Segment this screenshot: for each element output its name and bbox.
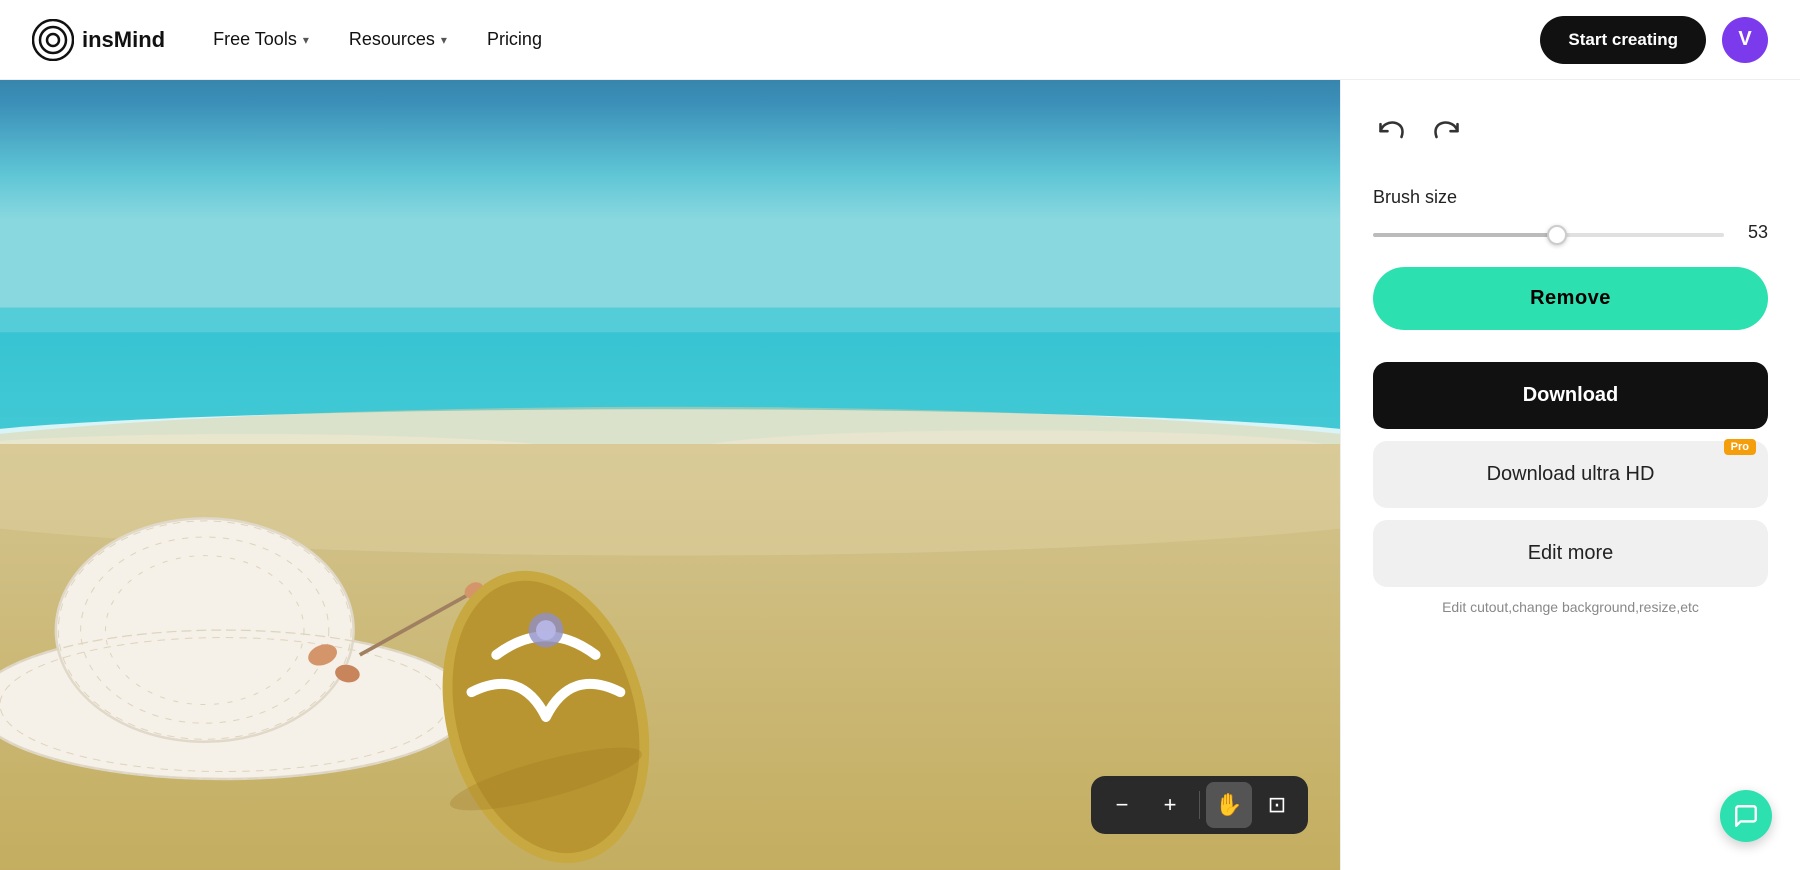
toolbar-divider: [1199, 791, 1200, 819]
remove-button[interactable]: Remove: [1373, 267, 1768, 330]
chevron-down-icon: ▾: [441, 33, 447, 47]
redo-button[interactable]: [1429, 112, 1465, 155]
header: insMind Free Tools ▾ Resources ▾ Pricing…: [0, 0, 1800, 80]
crop-tool-button[interactable]: ⊡: [1254, 782, 1300, 828]
avatar[interactable]: V: [1722, 17, 1768, 63]
logo-icon: [32, 19, 74, 61]
canvas-toolbar: − + ✋ ⊡: [1091, 776, 1308, 834]
undo-icon: [1377, 116, 1405, 151]
main-nav: Free Tools ▾ Resources ▾ Pricing: [213, 29, 1540, 50]
download-section: Download Download ultra HD Pro Edit more…: [1373, 362, 1768, 615]
chevron-down-icon: ▾: [303, 33, 309, 47]
beach-scene: [0, 80, 1340, 870]
brush-size-section: Brush size 53: [1373, 187, 1768, 243]
header-right: Start creating V: [1540, 16, 1768, 64]
brush-size-value: 53: [1738, 222, 1768, 243]
zoom-out-button[interactable]: −: [1099, 782, 1145, 828]
nav-resources[interactable]: Resources ▾: [349, 29, 447, 50]
crop-icon: ⊡: [1268, 792, 1286, 818]
chat-bubble-button[interactable]: [1720, 790, 1772, 842]
right-panel: Brush size 53 Remove Download Download u…: [1340, 80, 1800, 870]
edit-more-button[interactable]: Edit more: [1373, 520, 1768, 587]
download-hd-button[interactable]: Download ultra HD Pro: [1373, 441, 1768, 508]
redo-icon: [1433, 116, 1461, 151]
logo[interactable]: insMind: [32, 19, 165, 61]
logo-text: insMind: [82, 27, 165, 53]
chat-icon: [1733, 803, 1759, 829]
download-button[interactable]: Download: [1373, 362, 1768, 429]
nav-free-tools[interactable]: Free Tools ▾: [213, 29, 309, 50]
brush-size-slider[interactable]: [1373, 233, 1724, 237]
pro-badge: Pro: [1724, 439, 1756, 455]
pan-tool-button[interactable]: ✋: [1206, 782, 1252, 828]
edit-hint: Edit cutout,change background,resize,etc: [1373, 599, 1768, 615]
undo-redo-section: [1373, 112, 1768, 155]
start-creating-button[interactable]: Start creating: [1540, 16, 1706, 64]
brush-size-label: Brush size: [1373, 187, 1768, 208]
brush-slider-row: 53: [1373, 222, 1768, 243]
main-layout: − + ✋ ⊡: [0, 80, 1800, 870]
brush-slider-container: [1373, 224, 1724, 242]
pan-icon: ✋: [1215, 792, 1242, 818]
nav-pricing[interactable]: Pricing: [487, 29, 542, 50]
zoom-in-button[interactable]: +: [1147, 782, 1193, 828]
canvas-area[interactable]: − + ✋ ⊡: [0, 80, 1340, 870]
undo-button[interactable]: [1373, 112, 1409, 155]
